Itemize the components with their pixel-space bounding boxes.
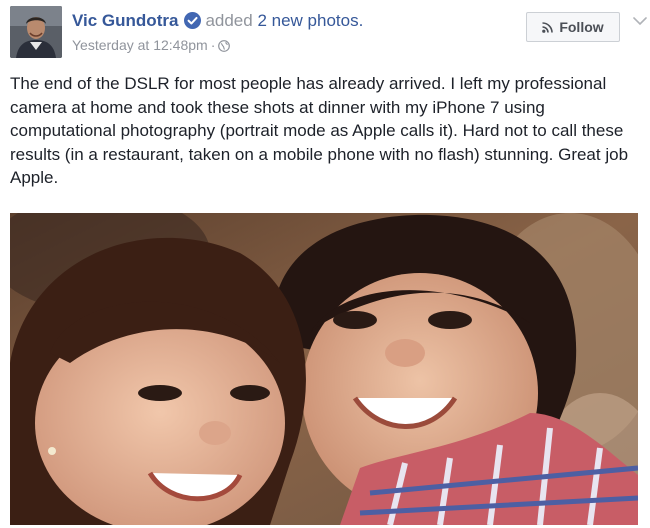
facebook-post: Vic Gundotra added 2 new photos. Yesterda… — [0, 0, 650, 528]
post-timestamp[interactable]: Yesterday at 12:48pm — [72, 37, 208, 53]
rss-icon — [542, 22, 554, 33]
post-message: The end of the DSLR for most people has … — [10, 74, 629, 187]
author-name[interactable]: Vic Gundotra — [72, 11, 178, 30]
post-photo[interactable] — [10, 213, 638, 525]
author-avatar[interactable] — [10, 6, 62, 58]
chevron-down-icon[interactable] — [632, 15, 648, 27]
meta-separator: · — [210, 37, 216, 53]
author-line: Vic Gundotra added 2 new photos. — [72, 10, 363, 32]
photos-link[interactable]: 2 new photos. — [257, 11, 363, 30]
follow-button[interactable]: Follow — [526, 12, 620, 42]
globe-icon[interactable] — [218, 40, 231, 52]
action-text: added — [205, 11, 253, 30]
post-header: Vic Gundotra added 2 new photos. Yesterda… — [10, 6, 647, 62]
post-meta: Yesterday at 12:48pm · — [72, 36, 231, 54]
follow-label: Follow — [559, 19, 604, 35]
verified-badge-icon — [184, 12, 202, 29]
